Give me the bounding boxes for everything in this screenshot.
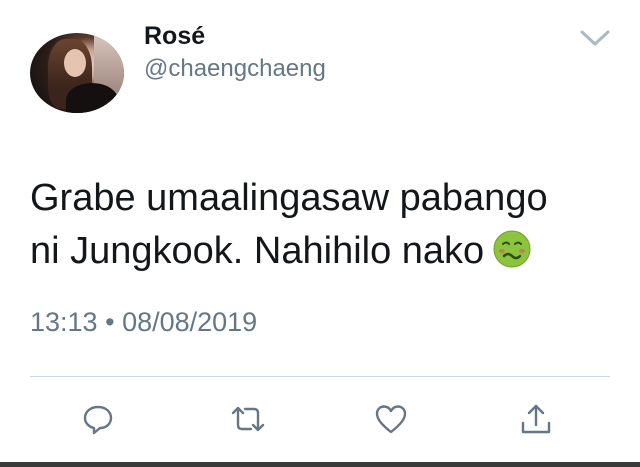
retweet-icon[interactable]: [229, 401, 265, 437]
avatar[interactable]: [30, 33, 124, 113]
tweet-text: Grabe umaalingasaw pabango ni Jungkook. …: [30, 172, 620, 278]
display-name[interactable]: Rosé: [144, 22, 205, 51]
divider: [30, 376, 610, 377]
share-icon[interactable]: [518, 401, 554, 437]
tweet-date: 08/08/2019: [122, 307, 258, 337]
tweet-card: Rosé @chaengchaeng Grabe umaalingasaw pa…: [0, 0, 640, 467]
chevron-down-icon[interactable]: [578, 26, 612, 50]
nauseated-face-emoji-icon: [492, 229, 532, 269]
avatar-shoulder: [66, 83, 118, 113]
tweet-text-line-1: Grabe umaalingasaw pabango: [30, 177, 548, 219]
tweet-timestamp: 13:13 • 08/08/2019: [30, 307, 257, 338]
timestamp-separator: •: [105, 307, 115, 337]
heart-icon[interactable]: [373, 401, 409, 437]
tweet-text-line-2-text: ni Jungkook. Nahihilo nako: [30, 230, 485, 272]
reply-icon[interactable]: [80, 401, 116, 437]
tweet-text-line-2: ni Jungkook. Nahihilo nako: [30, 225, 620, 278]
tweet-time: 13:13: [30, 307, 98, 337]
user-handle[interactable]: @chaengchaeng: [144, 55, 326, 83]
avatar-face: [64, 49, 86, 77]
bottom-edge-bar: [0, 462, 640, 467]
